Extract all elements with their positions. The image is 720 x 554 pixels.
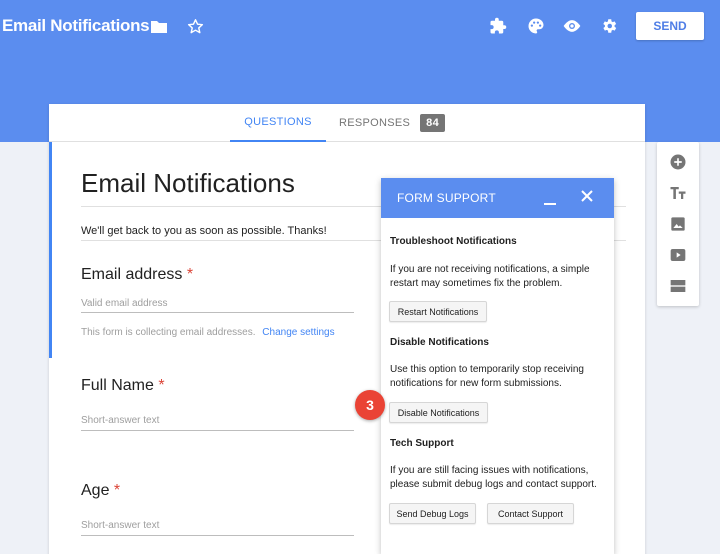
required-asterisk: *	[186, 266, 194, 283]
active-section-accent	[49, 142, 52, 358]
restart-notifications-button[interactable]: Restart Notifications	[389, 301, 487, 322]
answer-underline	[81, 535, 354, 536]
question-label: Email address	[81, 266, 183, 283]
send-button[interactable]: SEND	[636, 12, 704, 40]
form-tabs: QUESTIONS RESPONSES 84	[49, 104, 645, 142]
form-title[interactable]: Email Notifications	[81, 168, 295, 199]
app-title: Email Notifications	[2, 16, 150, 35]
section-title-disable: Disable Notifications	[390, 337, 489, 348]
question-age-title[interactable]: Age *	[81, 482, 120, 500]
form-side-toolbar	[657, 142, 699, 306]
panel-header: FORM SUPPORT	[381, 178, 614, 218]
section-title-troubleshoot: Troubleshoot Notifications	[390, 236, 517, 247]
add-image-icon[interactable]	[667, 213, 689, 235]
answer-underline	[81, 430, 354, 431]
collect-email-note: This form is collecting email addresses.…	[81, 327, 335, 338]
required-asterisk: *	[113, 482, 121, 499]
addon-puzzle-icon[interactable]	[487, 15, 509, 37]
fullname-answer-placeholder: Short-answer text	[81, 415, 160, 426]
tab-responses[interactable]: RESPONSES 84	[339, 104, 446, 142]
folder-icon[interactable]	[148, 15, 170, 37]
change-settings-link[interactable]: Change settings	[262, 327, 334, 338]
tab-questions[interactable]: QUESTIONS	[230, 104, 326, 142]
contact-support-button[interactable]: Contact Support	[487, 503, 574, 524]
close-icon[interactable]	[579, 188, 595, 204]
section-title-tech-support: Tech Support	[390, 438, 454, 449]
disable-notifications-button[interactable]: Disable Notifications	[389, 402, 488, 423]
panel-title: FORM SUPPORT	[397, 191, 496, 205]
section-body-troubleshoot: If you are not receiving notifications, …	[390, 264, 590, 289]
settings-gear-icon[interactable]	[598, 15, 620, 37]
add-title-text-icon[interactable]	[667, 182, 689, 204]
email-answer-placeholder: Valid email address	[81, 298, 168, 309]
form-support-panel: FORM SUPPORT Troubleshoot Notifications …	[381, 178, 614, 554]
star-icon[interactable]	[184, 15, 206, 37]
send-debug-logs-button[interactable]: Send Debug Logs	[389, 503, 476, 524]
add-section-icon[interactable]	[667, 275, 689, 297]
add-video-icon[interactable]	[667, 244, 689, 266]
age-answer-placeholder: Short-answer text	[81, 520, 160, 531]
form-description[interactable]: We'll get back to you as soon as possibl…	[81, 225, 327, 237]
answer-underline	[81, 312, 354, 313]
question-email-title[interactable]: Email address *	[81, 266, 193, 284]
preview-eye-icon[interactable]	[561, 15, 583, 37]
required-asterisk: *	[158, 377, 165, 394]
question-label: Age	[81, 482, 110, 499]
section-body-tech-support: If you are still facing issues with noti…	[390, 465, 597, 490]
responses-count-badge: 84	[420, 114, 446, 132]
tab-responses-label: RESPONSES	[339, 117, 411, 129]
collect-email-text: This form is collecting email addresses.	[81, 327, 256, 338]
add-question-icon[interactable]	[667, 151, 689, 173]
minimize-icon[interactable]	[543, 190, 557, 206]
section-body-disable: Use this option to temporarily stop rece…	[390, 364, 584, 389]
step-number-marker: 3	[355, 390, 385, 420]
question-label: Full Name	[81, 377, 154, 394]
palette-icon[interactable]	[525, 15, 547, 37]
question-fullname-title[interactable]: Full Name *	[81, 377, 165, 395]
